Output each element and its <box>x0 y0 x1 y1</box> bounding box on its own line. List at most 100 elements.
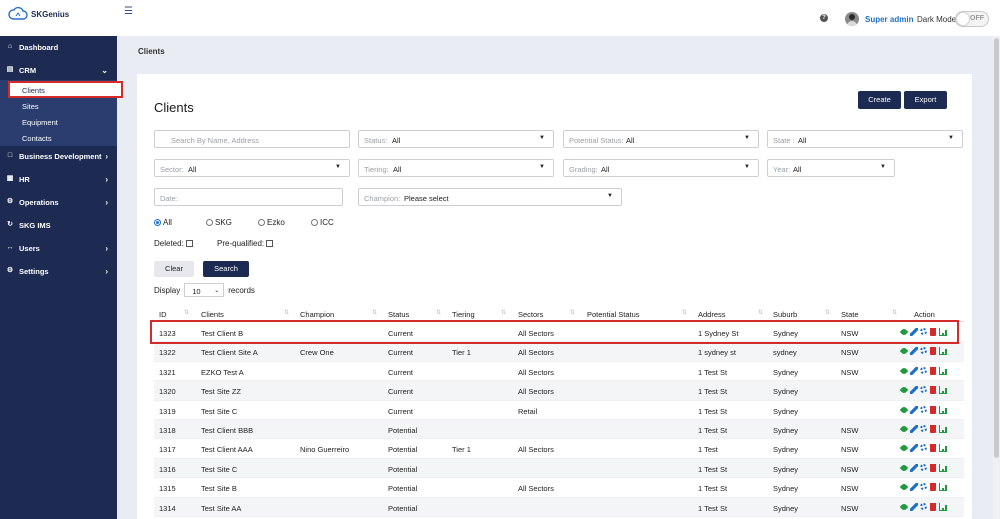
export-button[interactable]: Export <box>904 91 947 109</box>
radio-ezko[interactable]: Ezko <box>258 218 285 227</box>
column-header-tiering[interactable]: Tiering <box>452 310 475 319</box>
scrollbar-thumb[interactable] <box>994 38 999 458</box>
prequalified-filter[interactable]: Pre-qualified: <box>217 239 274 248</box>
chart-icon[interactable] <box>939 386 947 395</box>
sort-icon[interactable]: ⇅ <box>758 309 763 316</box>
help-icon[interactable]: ? <box>820 14 828 22</box>
delete-icon[interactable] <box>930 347 936 356</box>
view-icon[interactable] <box>899 502 909 511</box>
champion-select[interactable]: Champion: Please select ▼ <box>358 188 622 206</box>
settings-icon[interactable] <box>920 366 927 374</box>
column-header-sectors[interactable]: Sectors <box>518 310 543 319</box>
settings-icon[interactable] <box>920 425 927 432</box>
view-icon[interactable] <box>899 405 909 414</box>
sidebar-item-dashboard[interactable]: ⌂ Dashboard <box>0 37 117 57</box>
column-header-id[interactable]: ID <box>159 310 167 319</box>
chart-icon[interactable] <box>939 366 947 375</box>
logo[interactable]: SKGenius <box>8 6 69 22</box>
sort-icon[interactable]: ⇅ <box>892 309 897 316</box>
sort-icon[interactable]: ⇅ <box>184 309 189 316</box>
sidebar-item-operations[interactable]: ⚙ Operations › <box>0 192 117 212</box>
radio-skg[interactable]: SKG <box>206 218 232 227</box>
column-header-champion[interactable]: Champion <box>300 310 334 319</box>
column-header-status[interactable]: Status <box>388 310 409 319</box>
delete-icon[interactable] <box>930 405 936 414</box>
edit-icon[interactable] <box>910 366 918 375</box>
view-icon[interactable] <box>899 366 909 376</box>
view-icon[interactable] <box>899 347 909 356</box>
view-icon[interactable] <box>899 385 909 395</box>
settings-icon[interactable] <box>920 444 927 452</box>
sector-select[interactable]: Sector: All ▼ <box>154 159 350 177</box>
delete-icon[interactable] <box>930 483 936 492</box>
chart-icon[interactable] <box>939 463 947 472</box>
settings-icon[interactable] <box>920 502 927 510</box>
column-header-state[interactable]: State <box>841 310 859 319</box>
settings-icon[interactable] <box>920 463 927 471</box>
sort-icon[interactable]: ⇅ <box>284 309 289 316</box>
edit-icon[interactable] <box>910 425 918 433</box>
view-icon[interactable] <box>899 463 909 473</box>
search-input[interactable]: Search By Name, Address <box>154 130 350 148</box>
search-button[interactable]: Search <box>203 261 249 277</box>
radio-button[interactable] <box>258 219 265 226</box>
settings-icon[interactable] <box>920 483 927 491</box>
sidebar-subitem-equipment[interactable]: Equipment <box>22 118 58 127</box>
sort-icon[interactable]: ⇅ <box>501 309 506 316</box>
edit-icon[interactable] <box>910 405 918 414</box>
potential-status-select[interactable]: Potential Status: All ▼ <box>563 130 759 148</box>
deleted-filter[interactable]: Deleted: <box>154 239 193 248</box>
prequalified-checkbox[interactable] <box>266 240 274 247</box>
sidebar-item-users[interactable]: ↔ Users › <box>0 238 117 258</box>
delete-icon[interactable] <box>930 386 936 395</box>
dark-mode-toggle[interactable]: OFF <box>955 11 989 27</box>
date-input[interactable]: Date: <box>154 188 343 206</box>
edit-icon[interactable] <box>910 347 918 356</box>
table-row[interactable]: 1322 Test Client Site A Crew One Current Tie… <box>154 342 964 362</box>
delete-icon[interactable] <box>930 463 936 472</box>
state-select[interactable]: State : All ▼ <box>767 130 963 148</box>
table-row[interactable]: 1317 Test Client AAA Nino Guerreiro Potenti… <box>154 439 964 459</box>
sidebar-item-skg-ims[interactable]: ↻ SKG IMS <box>0 215 117 235</box>
table-row[interactable]: 1314 Test Site AA Potential 1 Test St Sydney… <box>154 497 964 517</box>
sidebar-item-hr[interactable]: ▦ HR › <box>0 169 117 189</box>
sidebar-subitem-contacts[interactable]: Contacts <box>22 134 52 143</box>
table-row[interactable]: 1320 Test Site ZZ Current All Sectors 1 Test… <box>154 381 964 401</box>
delete-icon[interactable] <box>930 366 936 375</box>
radio-button[interactable] <box>206 219 213 226</box>
table-row[interactable]: 1319 Test Site C Current Retail 1 Test St Syd… <box>154 401 964 420</box>
year-select[interactable]: Year: All ▼ <box>767 159 895 177</box>
view-icon[interactable] <box>899 424 909 434</box>
avatar[interactable] <box>845 12 859 26</box>
settings-icon[interactable] <box>920 386 927 394</box>
settings-icon[interactable] <box>920 405 927 413</box>
edit-icon[interactable] <box>910 483 918 492</box>
status-select[interactable]: Status: All ▼ <box>358 130 554 148</box>
view-icon[interactable] <box>899 482 909 492</box>
edit-icon[interactable] <box>910 386 918 395</box>
chart-icon[interactable] <box>939 502 947 511</box>
table-row[interactable]: 1315 Test Site B Potential All Sectors 1 Tes… <box>154 478 964 498</box>
sidebar-item-crm[interactable]: ▤ CRM ⌄ <box>0 60 117 80</box>
grading-select[interactable]: Grading: All ▼ <box>563 159 759 177</box>
clear-button[interactable]: Clear <box>154 261 194 277</box>
sort-icon[interactable]: ⇅ <box>436 309 441 316</box>
sort-icon[interactable]: ⇅ <box>372 309 377 316</box>
create-button[interactable]: Create <box>858 91 901 109</box>
hamburger-menu-icon[interactable]: ☰ <box>124 6 133 17</box>
deleted-checkbox[interactable] <box>185 240 193 247</box>
edit-icon[interactable] <box>910 463 918 472</box>
user-name-link[interactable]: Super admin <box>865 15 913 24</box>
sidebar-subitem-sites[interactable]: Sites <box>22 102 39 111</box>
column-header-clients[interactable]: Clients <box>201 310 224 319</box>
chart-icon[interactable] <box>939 405 947 414</box>
sidebar-item-settings[interactable]: ⚙ Settings › <box>0 261 117 281</box>
column-header-address[interactable]: Address <box>698 310 726 319</box>
sort-icon[interactable]: ⇅ <box>682 309 687 316</box>
chart-icon[interactable] <box>939 444 947 453</box>
page-size-select[interactable]: 10 ⌄ <box>184 283 225 297</box>
radio-icc[interactable]: ICC <box>311 218 334 227</box>
tiering-select[interactable]: Tiering: All ▼ <box>358 159 554 177</box>
delete-icon[interactable] <box>930 444 936 453</box>
sort-icon[interactable]: ⇅ <box>570 309 575 316</box>
